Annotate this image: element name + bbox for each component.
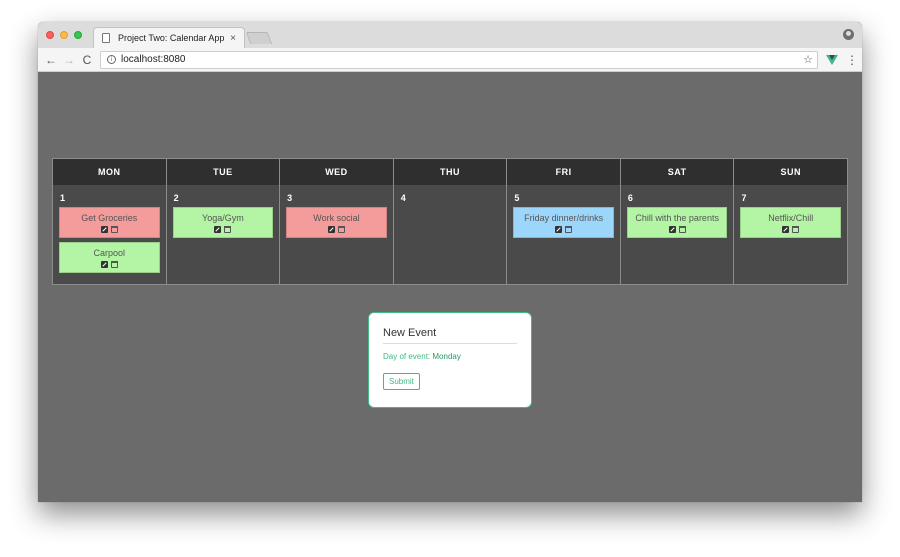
day-number: 5 bbox=[514, 193, 520, 203]
vue-devtools-icon[interactable] bbox=[826, 54, 838, 66]
new-event-card: New Event Day of event: Monday Submit bbox=[368, 312, 532, 408]
event-actions bbox=[100, 260, 118, 268]
trash-icon[interactable] bbox=[110, 260, 118, 268]
trash-icon[interactable] bbox=[337, 225, 345, 233]
day-header: SUN bbox=[734, 159, 848, 185]
event-title: Netflix/Chill bbox=[768, 212, 814, 223]
edit-icon[interactable] bbox=[668, 225, 676, 233]
day-column-fri: FRI 5 Friday dinner/drinks bbox=[507, 159, 621, 284]
day-header: THU bbox=[393, 159, 507, 185]
edit-icon[interactable] bbox=[214, 225, 222, 233]
edit-icon[interactable] bbox=[555, 225, 563, 233]
day-cell[interactable]: 6 Chill with the parents bbox=[620, 185, 734, 284]
day-column-tue: TUE 2 Yoga/Gym bbox=[166, 159, 281, 284]
event-card[interactable]: Work social bbox=[286, 207, 387, 238]
trash-icon[interactable] bbox=[792, 225, 800, 233]
day-cell[interactable]: 1 Get Groceries Carpool bbox=[53, 185, 166, 284]
maximize-window-button[interactable] bbox=[74, 31, 82, 39]
event-title: Yoga/Gym bbox=[202, 212, 244, 223]
day-number: 2 bbox=[173, 193, 179, 203]
day-column-sun: SUN 7 Netflix/Chill bbox=[734, 159, 848, 284]
day-of-event-label: Day of event: bbox=[383, 352, 431, 361]
day-header: SAT bbox=[620, 159, 734, 185]
day-column-thu: THU 4 bbox=[393, 159, 508, 284]
back-icon[interactable]: ← bbox=[42, 51, 60, 69]
event-actions bbox=[668, 225, 686, 233]
trash-icon[interactable] bbox=[565, 225, 573, 233]
tab-title: Project Two: Calendar App bbox=[118, 33, 225, 43]
calendar-week: MON 1 Get Groceries Carpool TUE 2 Yoga/Gym WED 3… bbox=[52, 158, 848, 285]
day-cell[interactable]: 7 Netflix/Chill bbox=[734, 185, 848, 284]
event-actions bbox=[214, 225, 232, 233]
address-bar[interactable]: i localhost:8080 ☆ bbox=[100, 50, 818, 69]
event-card[interactable]: Carpool bbox=[59, 242, 160, 273]
event-card[interactable]: Netflix/Chill bbox=[740, 207, 842, 238]
day-header: TUE bbox=[166, 159, 280, 185]
document-icon bbox=[102, 33, 110, 43]
event-actions bbox=[100, 225, 118, 233]
day-cell[interactable]: 5 Friday dinner/drinks bbox=[507, 185, 620, 284]
event-card[interactable]: Get Groceries bbox=[59, 207, 160, 238]
day-number: 3 bbox=[287, 193, 293, 203]
page-viewport: MON 1 Get Groceries Carpool TUE 2 Yoga/Gym WED 3… bbox=[38, 72, 862, 502]
browser-toolbar: ← → C i localhost:8080 ☆ ⋮ bbox=[38, 48, 862, 72]
day-of-event-value: Monday bbox=[432, 352, 461, 361]
day-cell[interactable]: 4 bbox=[393, 185, 507, 284]
browser-window: Project Two: Calendar App × ← → C i loca… bbox=[38, 22, 862, 502]
day-number: 1 bbox=[60, 193, 66, 203]
event-actions bbox=[555, 225, 573, 233]
profile-icon[interactable] bbox=[843, 29, 854, 40]
day-number: 7 bbox=[741, 193, 747, 203]
day-cell[interactable]: 3 Work social bbox=[280, 185, 393, 284]
new-tab-button[interactable] bbox=[245, 32, 273, 44]
close-window-button[interactable] bbox=[46, 31, 54, 39]
event-card[interactable]: Friday dinner/drinks bbox=[513, 207, 614, 238]
day-column-sat: SAT 6 Chill with the parents bbox=[620, 159, 735, 284]
forward-icon[interactable]: → bbox=[60, 51, 78, 69]
trash-icon[interactable] bbox=[110, 225, 118, 233]
minimize-window-button[interactable] bbox=[60, 31, 68, 39]
trash-icon[interactable] bbox=[678, 225, 686, 233]
reload-icon[interactable]: C bbox=[78, 51, 96, 69]
day-header: WED bbox=[280, 159, 393, 185]
day-column-wed: WED 3 Work social bbox=[280, 159, 394, 284]
browser-tab[interactable]: Project Two: Calendar App × bbox=[93, 27, 245, 48]
event-title: Carpool bbox=[93, 247, 126, 258]
submit-button[interactable]: Submit bbox=[383, 373, 420, 390]
info-icon[interactable]: i bbox=[107, 55, 116, 64]
bookmark-star-icon[interactable]: ☆ bbox=[803, 53, 813, 66]
day-of-event: Day of event: Monday bbox=[383, 352, 517, 361]
edit-icon[interactable] bbox=[100, 225, 108, 233]
event-title: Work social bbox=[313, 212, 360, 223]
edit-icon[interactable] bbox=[782, 225, 790, 233]
menu-icon[interactable]: ⋮ bbox=[846, 53, 858, 67]
trash-icon[interactable] bbox=[224, 225, 232, 233]
event-title: Friday dinner/drinks bbox=[524, 212, 604, 223]
day-number: 6 bbox=[627, 193, 633, 203]
tab-close-icon[interactable]: × bbox=[230, 33, 236, 44]
event-actions bbox=[327, 225, 345, 233]
day-header: MON bbox=[53, 159, 166, 185]
new-event-title-input[interactable]: New Event bbox=[383, 327, 517, 344]
event-title: Chill with the parents bbox=[635, 212, 719, 223]
event-card[interactable]: Yoga/Gym bbox=[172, 207, 274, 238]
day-cell[interactable]: 2 Yoga/Gym bbox=[166, 185, 280, 284]
event-title: Get Groceries bbox=[81, 212, 138, 223]
edit-icon[interactable] bbox=[100, 260, 108, 268]
edit-icon[interactable] bbox=[327, 225, 335, 233]
day-header: FRI bbox=[507, 159, 620, 185]
url-text: localhost:8080 bbox=[121, 54, 186, 65]
event-actions bbox=[782, 225, 800, 233]
day-column-mon: MON 1 Get Groceries Carpool bbox=[53, 159, 167, 284]
event-card[interactable]: Chill with the parents bbox=[626, 207, 728, 238]
day-number: 4 bbox=[400, 193, 406, 203]
tab-bar: Project Two: Calendar App × bbox=[38, 22, 862, 48]
